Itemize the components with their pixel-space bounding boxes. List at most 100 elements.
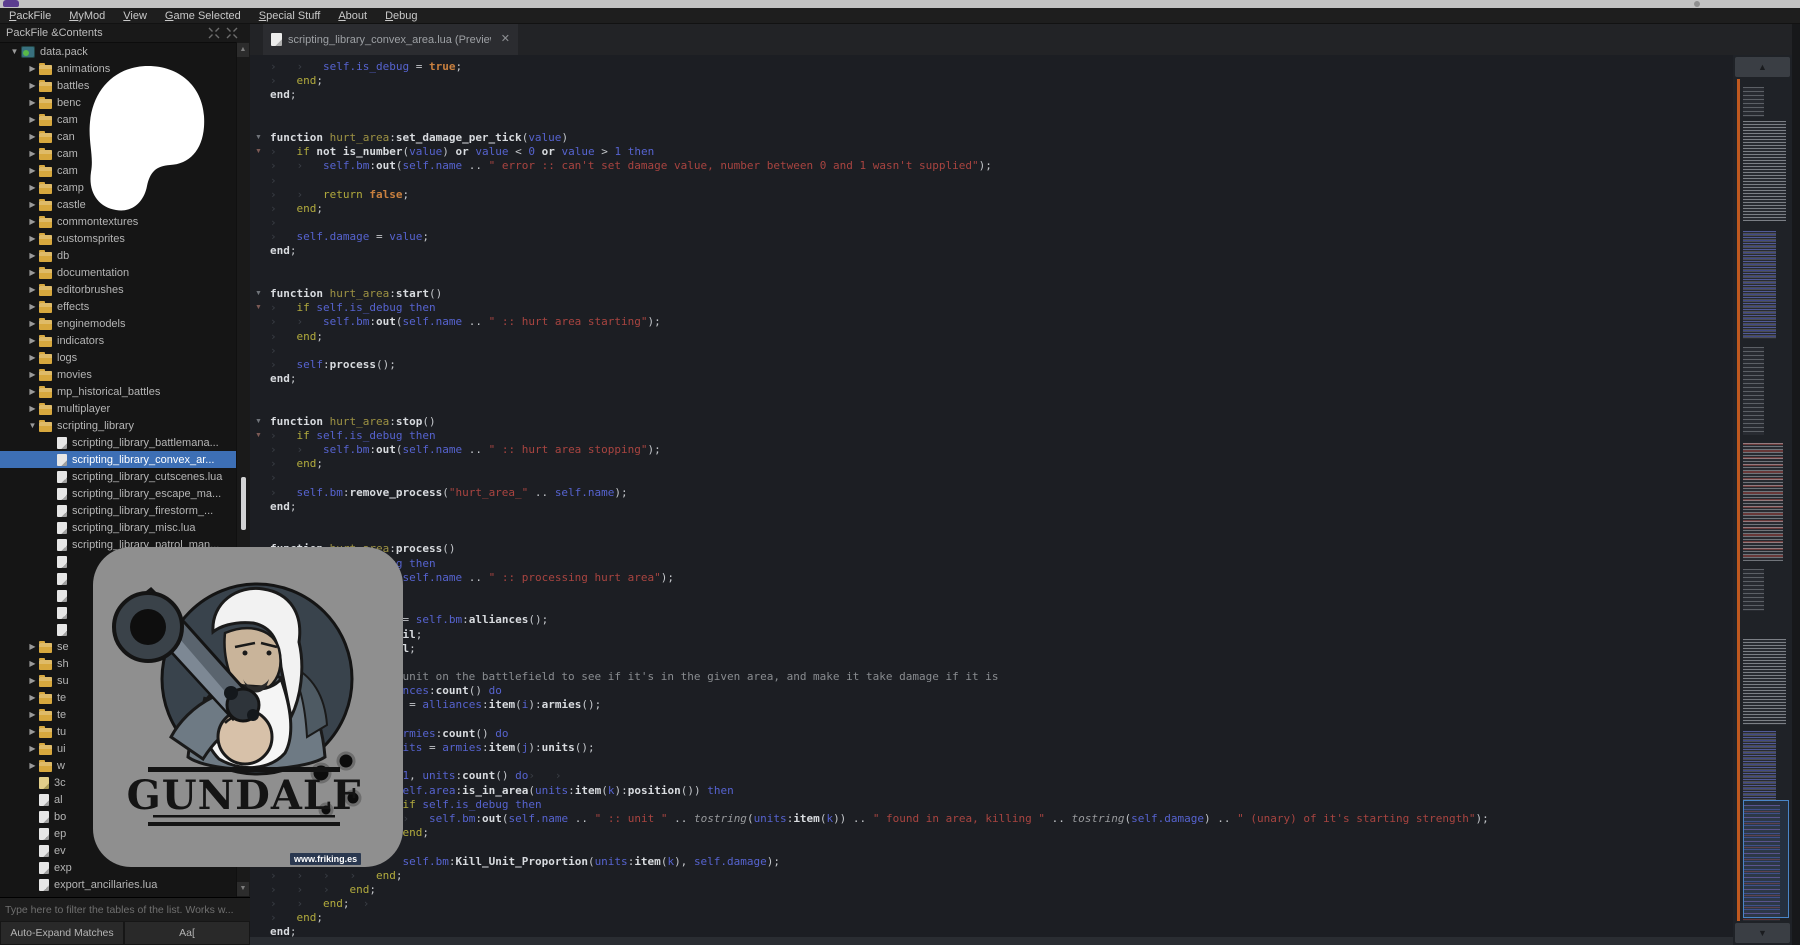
- chevron-right-icon[interactable]: ▶: [26, 81, 39, 90]
- file-icon: [39, 811, 49, 823]
- chevron-right-icon[interactable]: ▶: [26, 149, 39, 158]
- chevron-down-icon[interactable]: ▼: [26, 421, 39, 430]
- chevron-right-icon[interactable]: ▶: [26, 285, 39, 294]
- chevron-right-icon[interactable]: ▶: [26, 336, 39, 345]
- tree-row[interactable]: export_ancillaries.lua: [0, 876, 250, 893]
- tree-row-pack[interactable]: ▼data.pack: [0, 43, 250, 60]
- tree-row[interactable]: scripting_library_firestorm_...: [0, 502, 250, 519]
- menu-item-mymod[interactable]: MyMod: [69, 10, 105, 22]
- fold-marker-icon[interactable]: ▼: [255, 134, 262, 141]
- editor-scroll-up-icon[interactable]: ▲: [1735, 57, 1790, 77]
- tree-row[interactable]: scripting_library_convex_ar...: [0, 451, 250, 468]
- tab-scripting-library-convex-area[interactable]: scripting_library_convex_area.lua (Previ…: [263, 24, 518, 55]
- chevron-right-icon[interactable]: ▶: [26, 115, 39, 124]
- chevron-right-icon[interactable]: ▶: [26, 302, 39, 311]
- expand-all-icon[interactable]: [208, 27, 220, 39]
- menu-item-game-selected[interactable]: Game Selected: [165, 10, 241, 22]
- tree-filter-input[interactable]: [0, 898, 250, 921]
- folder-icon: [39, 337, 52, 347]
- editor-minimap[interactable]: ▲ ▼: [1733, 55, 1792, 945]
- tree-row[interactable]: scripting_library_cutscenes.lua: [0, 468, 250, 485]
- chevron-right-icon[interactable]: ▶: [26, 98, 39, 107]
- chevron-right-icon[interactable]: ▶: [26, 693, 39, 702]
- menu-item-special-stuff[interactable]: Special Stuff: [259, 10, 321, 22]
- tree-row[interactable]: ▶mp_historical_battles: [0, 383, 250, 400]
- menu-item-view[interactable]: View: [123, 10, 147, 22]
- tree-row[interactable]: ▶multiplayer: [0, 400, 250, 417]
- tree-row-label: exp: [54, 862, 72, 874]
- tree-scrollbar-thumb[interactable]: [241, 477, 246, 530]
- minimap-viewport[interactable]: [1743, 800, 1789, 918]
- chevron-right-icon[interactable]: ▶: [26, 319, 39, 328]
- tab-close-icon[interactable]: ✕: [497, 34, 510, 45]
- chevron-right-icon[interactable]: ▶: [26, 404, 39, 413]
- code-line: › for i = 1, alliances:count() do: [270, 684, 1489, 698]
- editor-scroll-down-icon[interactable]: ▼: [1735, 923, 1790, 943]
- code-editor[interactable]: ▼▼▼▼▼▼▼▼ › › self.is_debug = true;› end;…: [250, 55, 1733, 945]
- tree-row[interactable]: ▶effects: [0, 298, 250, 315]
- case-sensitive-button[interactable]: Aa[: [124, 921, 250, 945]
- tree-row-label: can: [57, 131, 75, 143]
- code-line: › end;: [270, 330, 1489, 344]
- code-line: ›: [270, 713, 1489, 727]
- tree-row[interactable]: ▶indicators: [0, 332, 250, 349]
- fold-marker-icon[interactable]: ▼: [255, 418, 262, 425]
- tree-row[interactable]: scripting_library_misc.lua: [0, 519, 250, 536]
- tree-row[interactable]: ▼scripting_library: [0, 417, 250, 434]
- editor-horizontal-scrollbar[interactable]: [250, 937, 1733, 945]
- window-titlebar[interactable]: [0, 0, 1800, 8]
- tree-row[interactable]: scripting_library_battlemana...: [0, 434, 250, 451]
- tree-row[interactable]: ▶enginemodels: [0, 315, 250, 332]
- code-line: end;: [270, 88, 1489, 102]
- minimap-block: [1743, 231, 1776, 339]
- tree-row[interactable]: ▶commontextures: [0, 213, 250, 230]
- code-line: › end;: [270, 202, 1489, 216]
- chevron-right-icon[interactable]: ▶: [26, 676, 39, 685]
- chevron-right-icon[interactable]: ▶: [26, 234, 39, 243]
- fold-marker-icon[interactable]: ▼: [255, 290, 262, 297]
- fold-marker-icon[interactable]: ▼: [255, 148, 262, 155]
- chevron-right-icon[interactable]: ▶: [26, 132, 39, 141]
- chevron-right-icon[interactable]: ▶: [26, 642, 39, 651]
- chevron-right-icon[interactable]: ▶: [26, 387, 39, 396]
- chevron-right-icon[interactable]: ▶: [26, 217, 39, 226]
- menu-item-packfile[interactable]: PackFile: [9, 10, 51, 22]
- tree-row[interactable]: ▶movies: [0, 366, 250, 383]
- chevron-right-icon[interactable]: ▶: [26, 251, 39, 260]
- tree-row[interactable]: scripting_library_escape_ma...: [0, 485, 250, 502]
- tree-row-label: sh: [57, 658, 69, 670]
- chevron-right-icon[interactable]: ▶: [26, 166, 39, 175]
- fold-marker-icon[interactable]: ▼: [255, 304, 262, 311]
- chevron-right-icon[interactable]: ▶: [26, 64, 39, 73]
- fold-marker-icon[interactable]: ▼: [255, 432, 262, 439]
- tree-row-label: bo: [54, 811, 66, 823]
- chevron-down-icon[interactable]: ▼: [8, 47, 21, 56]
- code-line: [270, 259, 1489, 273]
- chevron-right-icon[interactable]: ▶: [26, 744, 39, 753]
- chevron-right-icon[interactable]: ▶: [26, 353, 39, 362]
- code-text[interactable]: › › self.is_debug = true;› end;end;funct…: [270, 60, 1489, 945]
- chevron-right-icon[interactable]: ▶: [26, 727, 39, 736]
- menu-item-debug[interactable]: Debug: [385, 10, 417, 22]
- tree-row-label: te: [57, 692, 66, 704]
- tree-row[interactable]: ▶logs: [0, 349, 250, 366]
- tree-row[interactable]: ▶editorbrushes: [0, 281, 250, 298]
- tree-row[interactable]: ▶documentation: [0, 264, 250, 281]
- chevron-right-icon[interactable]: ▶: [26, 761, 39, 770]
- tree-row[interactable]: ▶db: [0, 247, 250, 264]
- chevron-right-icon[interactable]: ▶: [26, 183, 39, 192]
- tree-row[interactable]: ▶customsprites: [0, 230, 250, 247]
- chevron-right-icon[interactable]: ▶: [26, 659, 39, 668]
- window-minimize-icon[interactable]: [1694, 1, 1700, 7]
- auto-expand-matches-button[interactable]: Auto-Expand Matches: [0, 921, 124, 945]
- chevron-right-icon[interactable]: ▶: [26, 268, 39, 277]
- folder-icon: [39, 235, 52, 245]
- tree-scroll-down-icon[interactable]: ▼: [237, 882, 249, 896]
- chevron-right-icon[interactable]: ▶: [26, 370, 39, 379]
- menu-item-about[interactable]: About: [338, 10, 367, 22]
- minimap-content[interactable]: [1743, 79, 1789, 921]
- tree-scroll-up-icon[interactable]: ▲: [237, 43, 249, 57]
- chevron-right-icon[interactable]: ▶: [26, 710, 39, 719]
- chevron-right-icon[interactable]: ▶: [26, 200, 39, 209]
- collapse-all-icon[interactable]: [226, 27, 238, 39]
